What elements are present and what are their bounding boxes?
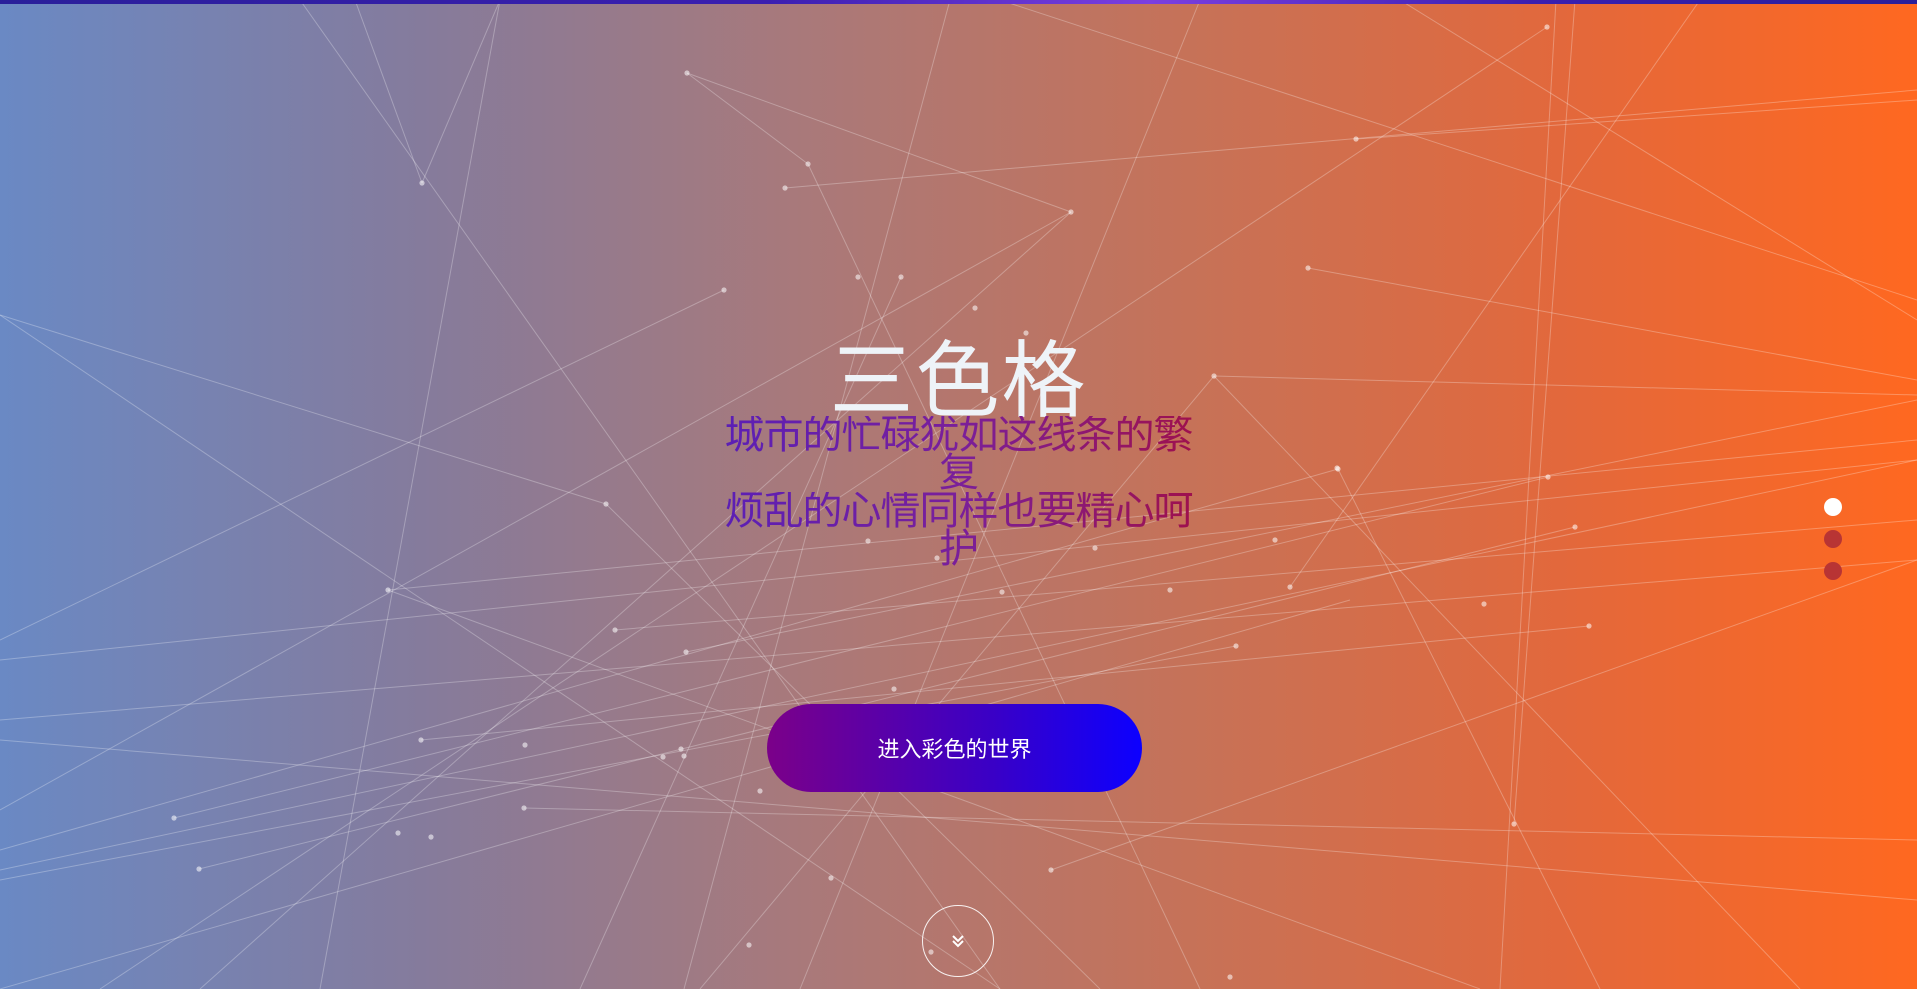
network-node	[521, 805, 527, 811]
network-node	[1481, 601, 1487, 607]
network-line	[686, 72, 1072, 213]
network-node	[757, 788, 763, 794]
network-node	[1233, 643, 1239, 649]
network-node	[891, 686, 897, 692]
network-node	[1544, 24, 1550, 30]
network-node	[1511, 821, 1517, 827]
network-line	[421, 0, 501, 184]
network-node	[428, 834, 434, 840]
network-node	[395, 830, 401, 836]
network-node	[196, 866, 202, 872]
network-node	[418, 737, 424, 743]
network-line	[199, 211, 1072, 989]
network-node	[612, 627, 618, 633]
slide-dots-nav	[1824, 498, 1842, 594]
network-node	[1353, 136, 1359, 142]
network-node	[419, 180, 425, 186]
network-node	[721, 287, 727, 293]
network-node	[681, 753, 687, 759]
network-node	[999, 589, 1005, 595]
network-line	[198, 526, 1576, 870]
network-node	[746, 942, 752, 948]
network-node	[1227, 974, 1233, 980]
subtitle: 城市的忙碌犹如这线条的繁复 烦乱的心情同样也要精心呵护	[0, 415, 1917, 569]
top-progress-bar	[0, 0, 1917, 4]
network-node	[828, 875, 834, 881]
network-line	[784, 89, 1917, 189]
network-node	[678, 746, 684, 752]
network-node	[385, 587, 391, 593]
network-node	[855, 274, 861, 280]
slide-dot-2[interactable]	[1824, 530, 1842, 548]
slide-dot-3[interactable]	[1824, 562, 1842, 580]
network-node	[1068, 209, 1074, 215]
network-node	[683, 649, 689, 655]
network-line	[999, 0, 1917, 301]
network-node	[782, 185, 788, 191]
network-node	[684, 70, 690, 76]
network-node	[522, 742, 528, 748]
network-node	[1305, 265, 1311, 271]
network-node	[171, 815, 177, 821]
network-node	[805, 161, 811, 167]
network-node	[1287, 584, 1293, 590]
network-line	[0, 559, 1917, 721]
network-node	[1167, 587, 1173, 593]
enter-world-button[interactable]: 进入彩色的世界	[767, 704, 1142, 792]
network-line	[686, 72, 809, 165]
hero-section: 三色格 城市的忙碌犹如这线条的繁复 烦乱的心情同样也要精心呵护 进入彩色的世界	[0, 0, 1917, 989]
network-line	[0, 599, 1351, 989]
network-node	[660, 754, 666, 760]
network-line	[1399, 0, 1917, 321]
scroll-down-button[interactable]	[922, 905, 994, 977]
slide-dot-1[interactable]	[1824, 498, 1842, 516]
network-node	[898, 274, 904, 280]
chevron-double-down-icon	[952, 935, 964, 948]
network-line	[1355, 99, 1917, 140]
network-node	[1586, 623, 1592, 629]
network-node	[1048, 867, 1054, 873]
subtitle-line-2: 烦乱的心情同样也要精心呵护	[714, 491, 1204, 569]
network-line	[523, 807, 1917, 841]
network-node	[972, 305, 978, 311]
subtitle-line-1: 城市的忙碌犹如这线条的繁复	[714, 415, 1204, 493]
